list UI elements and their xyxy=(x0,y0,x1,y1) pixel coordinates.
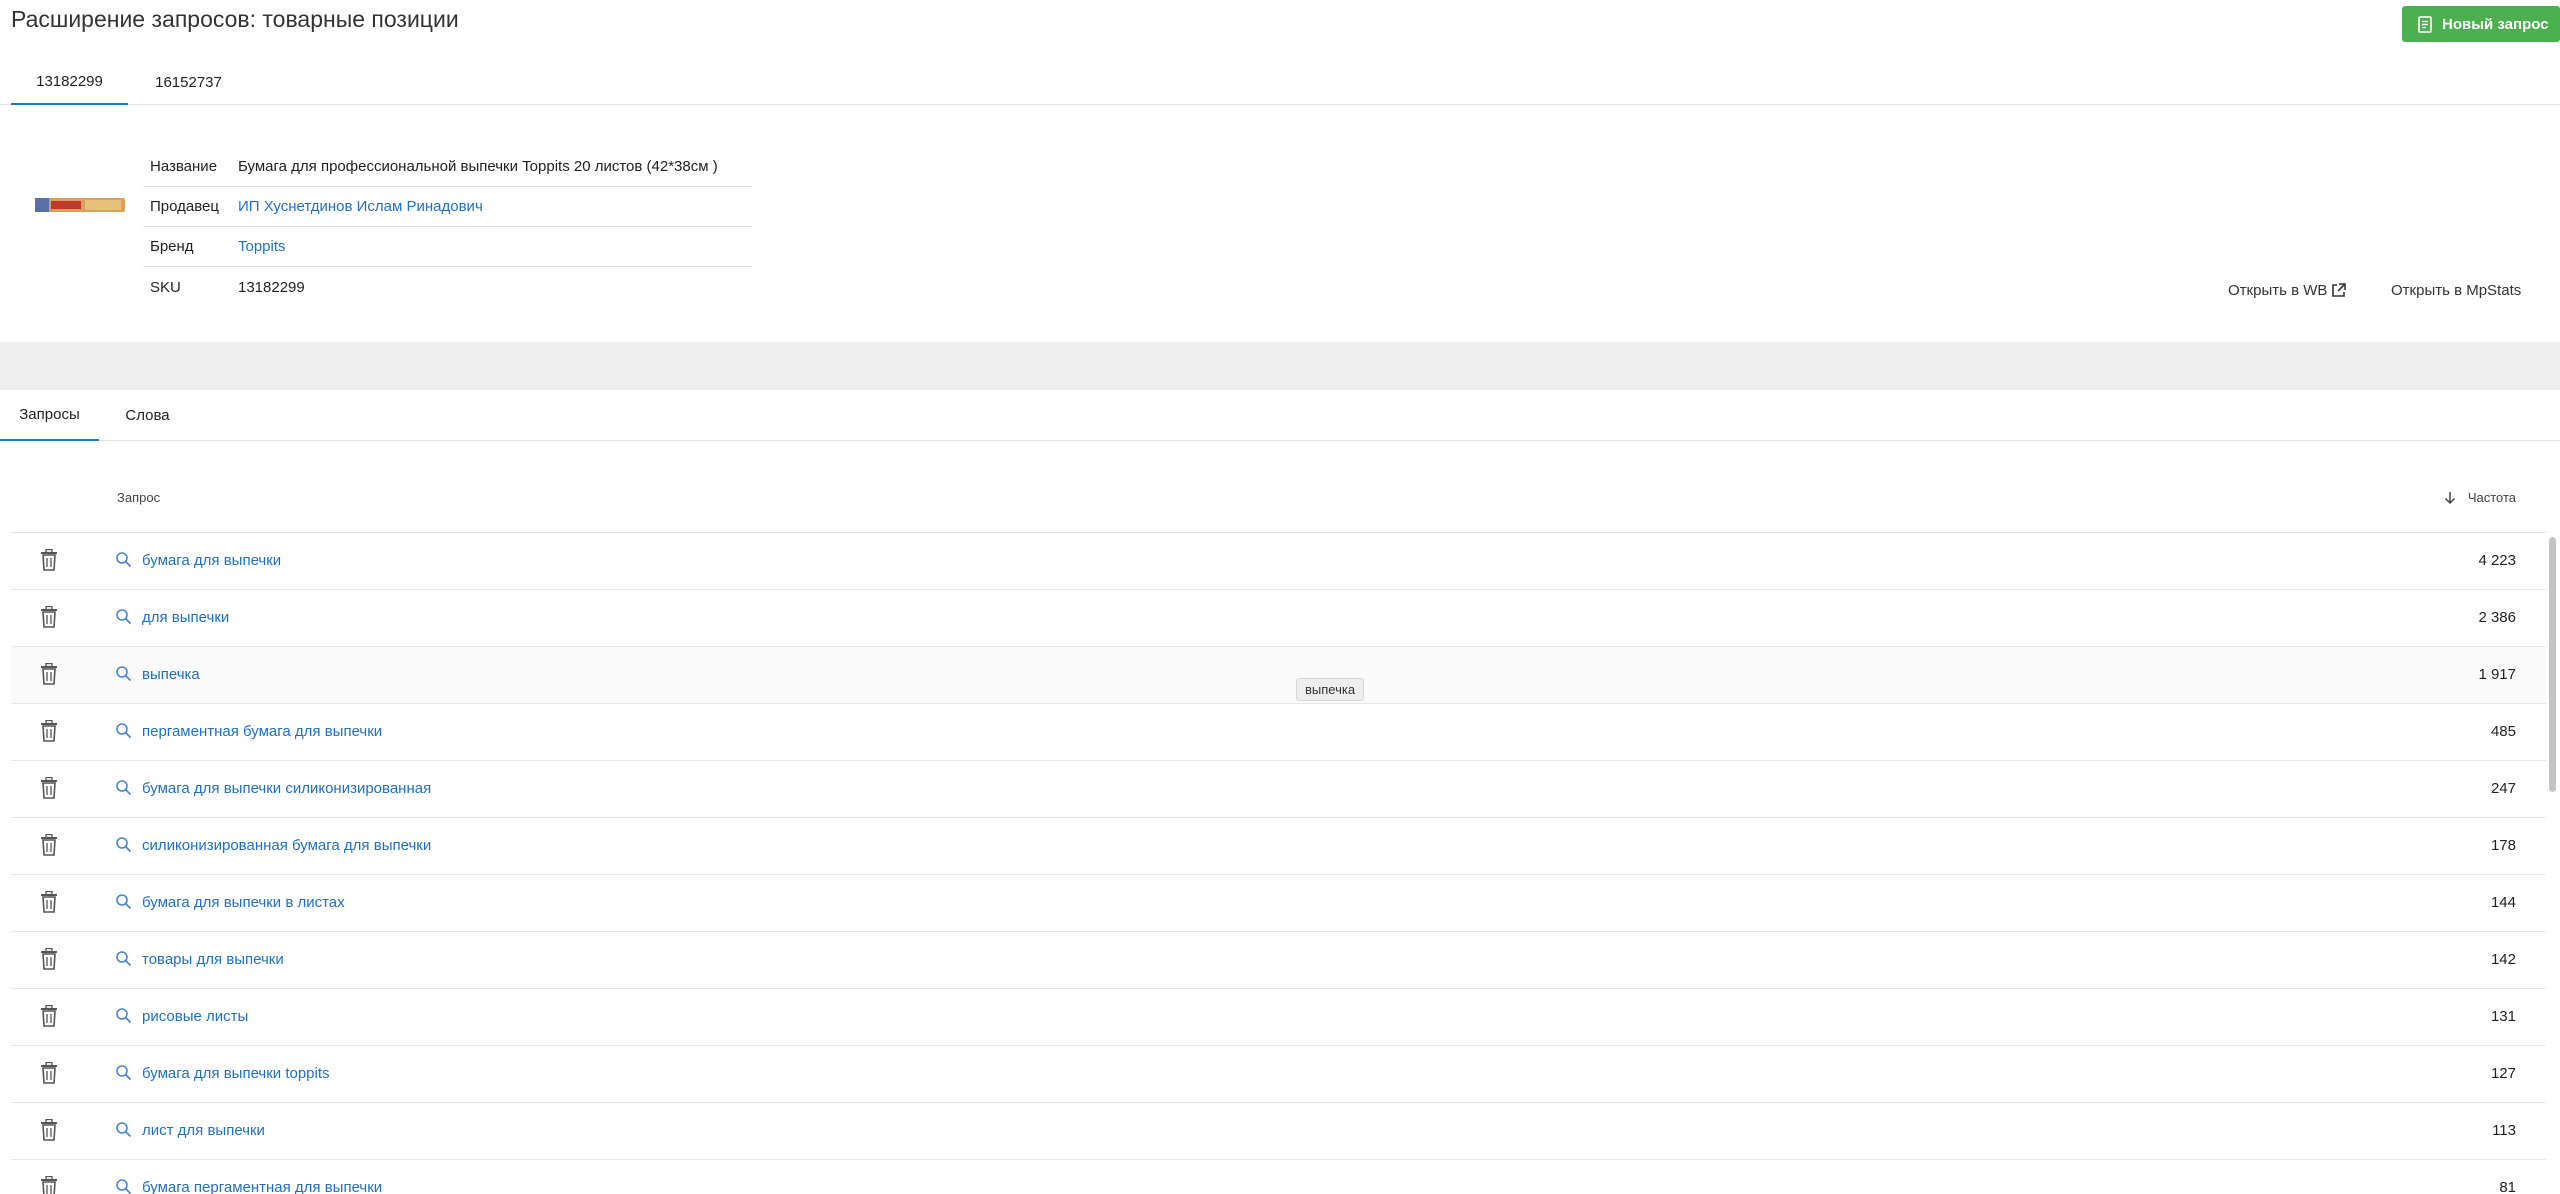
page-title: Расширение запросов: товарные позиции xyxy=(11,6,459,32)
product-image xyxy=(35,198,125,212)
sku-tab-13182299[interactable]: 13182299 xyxy=(11,60,128,105)
info-row-seller: Продавец ИП Хуснетдинов Ислам Ринадович xyxy=(143,187,752,227)
table-row: бумага для выпечки 4 223 xyxy=(11,533,2546,590)
column-header-query[interactable]: Запрос xyxy=(117,490,160,505)
column-header-frequency[interactable]: Частота xyxy=(2444,490,2516,505)
search-icon[interactable] xyxy=(115,608,132,625)
table-row: силиконизированная бумага для выпечки 178 xyxy=(11,818,2546,875)
external-link-icon xyxy=(2332,283,2347,297)
tooltip: выпечка xyxy=(1296,678,1365,701)
info-key: Название xyxy=(150,158,218,175)
query-link[interactable]: рисовые листы xyxy=(142,1008,248,1025)
table-row: пергаментная бумага для выпечки 485 xyxy=(11,704,2546,761)
table-row: бумага для выпечки силиконизированная 247 xyxy=(11,761,2546,818)
query-frequency: 485 xyxy=(2490,723,2516,740)
info-key: SKU xyxy=(150,278,181,296)
table-row: рисовые листы 131 xyxy=(11,989,2546,1046)
sku-tabs: 13182299 16152737 xyxy=(0,60,2560,105)
search-icon[interactable] xyxy=(115,1178,132,1194)
search-icon[interactable] xyxy=(115,1007,132,1024)
query-frequency: 144 xyxy=(2490,894,2516,911)
table-row: для выпечки 2 386 xyxy=(11,590,2546,647)
query-frequency: 247 xyxy=(2490,780,2516,797)
info-row-sku: SKU 13182299 xyxy=(143,267,752,307)
table-row: товары для выпечки 142 xyxy=(11,932,2546,989)
search-icon[interactable] xyxy=(115,836,132,853)
query-frequency: 142 xyxy=(2490,951,2516,968)
query-frequency: 4 223 xyxy=(2478,552,2516,569)
query-table-body: бумага для выпечки 4 223 для выпечки 2 386 в… xyxy=(11,533,2546,1194)
info-key: Продавец xyxy=(150,198,219,215)
sku-tab-16152737[interactable]: 16152737 xyxy=(131,60,246,105)
scrollbar-thumb[interactable] xyxy=(2549,537,2556,792)
trash-icon[interactable] xyxy=(39,1061,59,1084)
query-link[interactable]: пергаментная бумага для выпечки xyxy=(142,723,382,740)
trash-icon[interactable] xyxy=(39,662,59,685)
trash-icon[interactable] xyxy=(39,776,59,799)
query-frequency: 127 xyxy=(2490,1065,2516,1082)
tab-words[interactable]: Слова xyxy=(110,390,185,441)
query-link[interactable]: бумага для выпечки xyxy=(142,552,281,569)
brand-link[interactable]: Toppits xyxy=(238,238,286,255)
document-icon xyxy=(2418,15,2432,33)
info-key: Бренд xyxy=(150,238,194,255)
new-request-button[interactable]: Новый запрос xyxy=(2402,6,2560,42)
search-icon[interactable] xyxy=(115,950,132,967)
sku-value: 13182299 xyxy=(238,278,305,296)
trash-icon[interactable] xyxy=(39,1004,59,1027)
table-row: бумага для выпечки в листах 144 xyxy=(11,875,2546,932)
query-frequency: 2 386 xyxy=(2478,609,2516,626)
search-icon[interactable] xyxy=(115,722,132,739)
product-info-table: Название Бумага для профессиональной вып… xyxy=(143,147,752,307)
query-link[interactable]: для выпечки xyxy=(142,609,229,626)
table-row: бумага пергаментная для выпечки 81 xyxy=(11,1160,2546,1194)
arrow-down-icon xyxy=(2444,491,2455,504)
query-link[interactable]: бумага пергаментная для выпечки xyxy=(142,1179,382,1194)
query-link[interactable]: лист для выпечки xyxy=(142,1122,265,1139)
search-icon[interactable] xyxy=(115,779,132,796)
trash-icon[interactable] xyxy=(39,1175,59,1194)
new-request-label: Новый запрос xyxy=(2442,15,2549,33)
trash-icon[interactable] xyxy=(39,1118,59,1141)
search-icon[interactable] xyxy=(115,1064,132,1081)
open-in-wb-label: Открыть в WB xyxy=(2228,282,2328,299)
search-icon[interactable] xyxy=(115,665,132,682)
open-in-wb-link[interactable]: Открыть в WB xyxy=(2228,282,2347,299)
query-link[interactable]: бумага для выпечки toppits xyxy=(142,1065,330,1082)
open-in-mpstats-link[interactable]: Открыть в MpStats xyxy=(2391,282,2521,299)
query-link[interactable]: бумага для выпечки силиконизированная xyxy=(142,780,431,797)
table-row: бумага для выпечки toppits 127 xyxy=(11,1046,2546,1103)
search-icon[interactable] xyxy=(115,1121,132,1138)
query-link[interactable]: силиконизированная бумага для выпечки xyxy=(142,837,431,854)
table-row: лист для выпечки 113 xyxy=(11,1103,2546,1160)
query-link[interactable]: выпечка xyxy=(142,666,200,683)
search-icon[interactable] xyxy=(115,551,132,568)
trash-icon[interactable] xyxy=(39,890,59,913)
query-frequency: 81 xyxy=(2499,1179,2516,1194)
table-row: выпечка 1 917 xyxy=(11,647,2546,704)
query-frequency: 131 xyxy=(2490,1008,2516,1025)
search-icon[interactable] xyxy=(115,893,132,910)
query-link[interactable]: бумага для выпечки в листах xyxy=(142,894,345,911)
trash-icon[interactable] xyxy=(39,548,59,571)
table-header: Запрос Частота xyxy=(11,480,2546,533)
product-name: Бумага для профессиональной выпечки Topp… xyxy=(238,158,718,175)
query-frequency: 178 xyxy=(2490,837,2516,854)
query-frequency: 1 917 xyxy=(2478,666,2516,683)
section-divider xyxy=(0,342,2560,390)
info-row-brand: Бренд Toppits xyxy=(143,227,752,267)
info-row-name: Название Бумага для профессиональной вып… xyxy=(143,147,752,187)
column-header-frequency-label: Частота xyxy=(2467,490,2516,505)
seller-link[interactable]: ИП Хуснетдинов Ислам Ринадович xyxy=(238,198,483,215)
trash-icon[interactable] xyxy=(39,833,59,856)
trash-icon[interactable] xyxy=(39,605,59,628)
tab-queries[interactable]: Запросы xyxy=(0,390,99,441)
content-tabs: Запросы Слова xyxy=(0,390,2560,441)
trash-icon[interactable] xyxy=(39,947,59,970)
query-frequency: 113 xyxy=(2492,1122,2516,1139)
query-link[interactable]: товары для выпечки xyxy=(142,951,284,968)
trash-icon[interactable] xyxy=(39,719,59,742)
